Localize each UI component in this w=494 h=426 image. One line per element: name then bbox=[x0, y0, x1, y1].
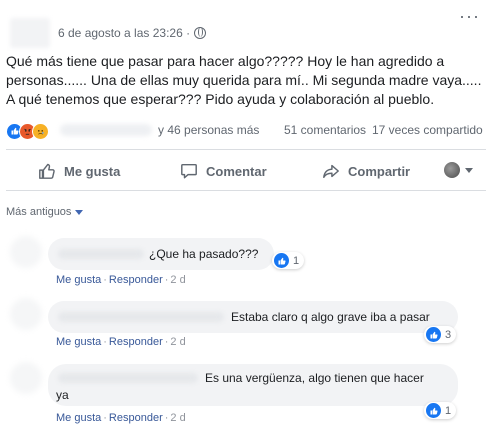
comments-sort-dropdown[interactable]: Más antiguos bbox=[6, 206, 84, 218]
comment-reply-link[interactable]: Responder bbox=[109, 336, 163, 348]
shares-count[interactable]: 17 veces compartido bbox=[372, 123, 483, 137]
post-text-line: Qué más tiene que pasar para hacer algo?… bbox=[6, 53, 445, 69]
comment-text: Es una vergüenza, algo tienen que hacer bbox=[205, 371, 424, 385]
post-text: Qué más tiene que pasar para hacer algo?… bbox=[6, 52, 486, 109]
divider bbox=[6, 190, 486, 191]
separator: · bbox=[103, 336, 107, 348]
avatar bbox=[444, 162, 460, 178]
comment-text: Estaba claro q algo grave iba a pasar bbox=[231, 310, 430, 324]
comment-bubble: Es una vergüenza, algo tienen que hacer … bbox=[48, 364, 458, 406]
comments-count[interactable]: 51 comentarios bbox=[284, 123, 366, 137]
comment-text: ¿Que ha pasado??? bbox=[149, 247, 259, 261]
comment-reactions[interactable]: 1 bbox=[272, 252, 305, 269]
comment-like-link[interactable]: Me gusta bbox=[56, 412, 101, 424]
comment-reply-link[interactable]: Responder bbox=[109, 274, 163, 286]
reaction-count: 3 bbox=[445, 328, 452, 341]
share-label: Compartir bbox=[348, 163, 411, 179]
more-options-button[interactable]: ··· bbox=[459, 6, 480, 27]
commenter-name-redacted[interactable] bbox=[58, 373, 198, 383]
like-icon bbox=[274, 253, 289, 268]
comment-bubble: ¿Que ha pasado??? bbox=[48, 238, 274, 270]
post-as-selector[interactable] bbox=[444, 162, 473, 178]
thumbs-up-icon bbox=[39, 163, 55, 179]
separator: · bbox=[103, 274, 107, 286]
separator: · bbox=[103, 412, 107, 424]
divider bbox=[6, 149, 486, 150]
reaction-count: 1 bbox=[445, 404, 452, 417]
like-icon bbox=[426, 327, 441, 342]
like-button[interactable]: Me gusta bbox=[38, 160, 120, 182]
globe-icon bbox=[194, 27, 207, 39]
like-label: Me gusta bbox=[64, 163, 121, 179]
sort-label: Más antiguos bbox=[6, 206, 72, 218]
reaction-count: 1 bbox=[293, 254, 300, 267]
chevron-down-icon bbox=[465, 167, 473, 173]
comment-actions: Me gusta · Responder · 2 d bbox=[56, 412, 186, 424]
post-text-line: A qué tenemos que esperar??? Pido ayuda … bbox=[6, 91, 435, 107]
timestamp-text[interactable]: 6 de agosto a las 23:26 · bbox=[58, 26, 190, 40]
comment-reply-link[interactable]: Responder bbox=[109, 412, 163, 424]
comment-label: Comentar bbox=[206, 163, 267, 179]
comment-button[interactable]: Comentar bbox=[180, 160, 267, 182]
share-button[interactable]: Compartir bbox=[322, 160, 410, 182]
comment-actions: Me gusta · Responder · 2 d bbox=[56, 274, 186, 286]
comment-like-link[interactable]: Me gusta bbox=[56, 336, 101, 348]
comment-actions: Me gusta · Responder · 2 d bbox=[56, 336, 186, 348]
comment-text: ya bbox=[56, 388, 69, 402]
comment-like-link[interactable]: Me gusta bbox=[56, 274, 101, 286]
comment-time[interactable]: 2 d bbox=[170, 336, 185, 348]
comment-reactions[interactable]: 1 bbox=[424, 402, 457, 419]
comment-bubble: Estaba claro q algo grave iba a pasar bbox=[48, 301, 458, 333]
reactions-count[interactable]: y 46 personas más bbox=[158, 123, 259, 137]
comment-time[interactable]: 2 d bbox=[170, 412, 185, 424]
author-avatar-redacted[interactable] bbox=[10, 18, 50, 48]
commenter-name-redacted[interactable] bbox=[58, 312, 224, 322]
chevron-down-icon bbox=[75, 209, 84, 215]
share-icon bbox=[323, 164, 339, 179]
commenter-name-redacted[interactable] bbox=[58, 249, 144, 259]
reaction-icons[interactable] bbox=[6, 122, 49, 140]
comment-icon bbox=[181, 163, 197, 179]
comment-avatar-redacted[interactable] bbox=[10, 236, 42, 268]
comment-time[interactable]: 2 d bbox=[170, 274, 185, 286]
comment-reactions[interactable]: 3 bbox=[424, 326, 457, 343]
comment-avatar-redacted[interactable] bbox=[10, 362, 42, 394]
post-text-line: personas...... Una de ellas muy querida … bbox=[6, 72, 482, 88]
post-timestamp[interactable]: 6 de agosto a las 23:26 · bbox=[58, 26, 207, 40]
sad-icon bbox=[32, 122, 49, 140]
comment-avatar-redacted[interactable] bbox=[10, 298, 42, 330]
reactor-names-redacted[interactable] bbox=[60, 124, 152, 136]
like-icon bbox=[426, 403, 441, 418]
